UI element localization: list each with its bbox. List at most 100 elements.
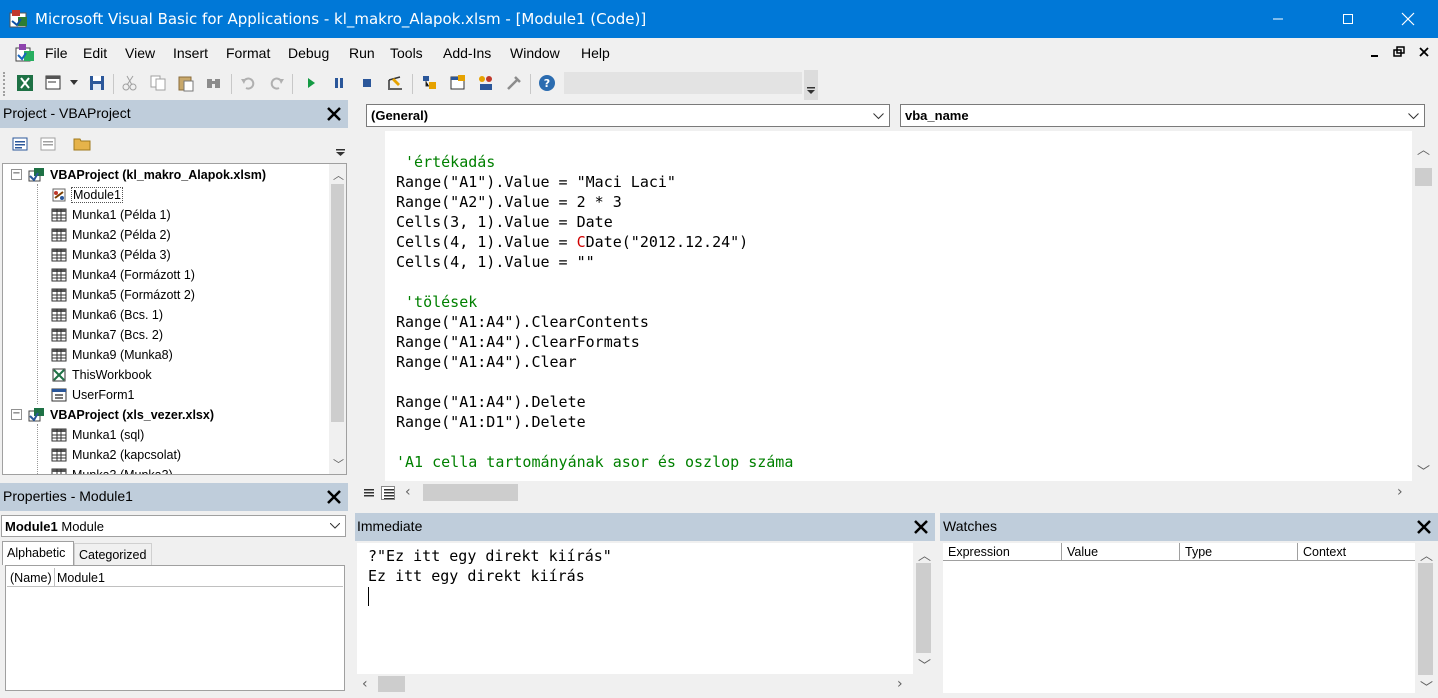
insert-userform-icon[interactable] <box>45 74 63 92</box>
tree-item[interactable]: Module1 <box>50 185 123 205</box>
toolbox-icon[interactable] <box>505 74 523 92</box>
cut-icon[interactable] <box>121 74 139 92</box>
project-tree-scrollbar[interactable]: ︿ ﹀ <box>329 164 346 474</box>
view-code-icon[interactable] <box>12 137 28 151</box>
reset-icon[interactable] <box>358 74 376 92</box>
scroll-right-icon[interactable]: › <box>1397 484 1403 500</box>
procedure-combo[interactable]: vba_name <box>900 104 1425 127</box>
scroll-down-icon[interactable]: ﹀ <box>1417 461 1430 480</box>
scroll-right-icon[interactable]: › <box>897 676 903 692</box>
scroll-thumb[interactable] <box>1415 168 1432 186</box>
code-vertical-scrollbar[interactable]: ︿ ﹀ <box>1413 131 1434 481</box>
scroll-down-icon[interactable]: ﹀ <box>918 655 931 674</box>
minimize-button[interactable] <box>1255 0 1301 38</box>
mdi-close-icon[interactable] <box>1417 45 1431 59</box>
break-icon[interactable] <box>330 74 348 92</box>
project-toolbar-overflow[interactable] <box>333 129 348 162</box>
tab-categorized[interactable]: Categorized <box>74 543 152 565</box>
tree-item[interactable]: Munka9 (Munka8) <box>50 345 173 365</box>
toolbar-overflow-button[interactable] <box>804 70 818 100</box>
help-icon[interactable]: ? <box>538 74 556 92</box>
object-browser-icon[interactable] <box>477 74 495 92</box>
paste-icon[interactable] <box>177 74 195 92</box>
property-row[interactable]: (Name) Module1 <box>7 568 343 587</box>
scroll-thumb[interactable] <box>916 563 931 653</box>
watches-close-button[interactable] <box>1413 516 1435 538</box>
properties-object-combo[interactable]: Module1 Module <box>1 515 346 537</box>
project-explorer-icon[interactable] <box>421 74 439 92</box>
project-explorer-close-button[interactable] <box>323 103 345 125</box>
scroll-down-icon[interactable]: ﹀ <box>333 456 344 472</box>
scroll-up-icon[interactable]: ︿ <box>1420 545 1433 564</box>
column-context[interactable]: Context <box>1298 543 1415 561</box>
tree-item[interactable]: Munka6 (Bcs. 1) <box>50 305 163 325</box>
tree-item[interactable]: Munka2 (Példa 2) <box>50 225 171 245</box>
column-value[interactable]: Value <box>1062 543 1180 561</box>
object-combo[interactable]: (General) <box>366 104 890 127</box>
scroll-up-icon[interactable]: ︿ <box>918 545 931 564</box>
menu-view[interactable]: View <box>125 45 155 61</box>
properties-window-icon[interactable] <box>449 74 467 92</box>
immediate-horizontal-scrollbar[interactable]: ‹ › <box>357 674 913 694</box>
tree-collapse-toggle[interactable]: − <box>11 169 22 180</box>
menu-format[interactable]: Format <box>226 45 270 61</box>
scroll-thumb[interactable] <box>331 184 344 422</box>
tree-item[interactable]: UserForm1 <box>50 385 135 405</box>
tree-collapse-toggle[interactable]: − <box>11 409 22 420</box>
tree-item[interactable]: Munka4 (Formázott 1) <box>50 265 195 285</box>
immediate-close-button[interactable] <box>910 516 932 538</box>
view-excel-icon[interactable] <box>16 74 34 92</box>
mdi-restore-icon[interactable] <box>1392 45 1406 59</box>
scroll-down-icon[interactable]: ﹀ <box>1420 677 1433 696</box>
scroll-thumb[interactable] <box>1418 563 1433 675</box>
close-button[interactable] <box>1385 0 1431 38</box>
redo-icon[interactable] <box>267 74 285 92</box>
maximize-button[interactable] <box>1325 0 1371 38</box>
tab-alphabetic[interactable]: Alphabetic <box>2 541 74 565</box>
tree-item[interactable]: Munka1 (Példa 1) <box>50 205 171 225</box>
tree-item[interactable]: Munka5 (Formázott 2) <box>50 285 195 305</box>
watches-list[interactable] <box>943 561 1415 693</box>
excel-vba-menu-icon[interactable] <box>14 43 36 63</box>
tree-item[interactable]: Munka3 (Munka3) <box>50 465 173 474</box>
scroll-up-icon[interactable]: ︿ <box>333 167 344 183</box>
find-icon[interactable] <box>205 74 223 92</box>
properties-close-button[interactable] <box>323 486 345 508</box>
immediate-vertical-scrollbar[interactable]: ︿ ﹀ <box>913 543 934 674</box>
menu-file[interactable]: File <box>45 45 68 61</box>
save-icon[interactable] <box>88 74 106 92</box>
scroll-left-icon[interactable]: ‹ <box>362 676 368 692</box>
menu-run[interactable]: Run <box>349 45 375 61</box>
menu-insert[interactable]: Insert <box>173 45 208 61</box>
menu-add-ins[interactable]: Add-Ins <box>443 45 491 61</box>
view-object-icon[interactable] <box>40 137 56 151</box>
tree-project-node[interactable]: VBAProject (kl_makro_Alapok.xlsm) <box>28 165 266 185</box>
code-margin-indicator-bar[interactable] <box>357 131 385 481</box>
property-value[interactable]: Module1 <box>57 571 105 585</box>
scroll-thumb[interactable] <box>378 676 405 692</box>
tree-item[interactable]: ThisWorkbook <box>50 365 152 385</box>
menu-help[interactable]: Help <box>581 45 610 61</box>
procedure-view-icon[interactable] <box>363 487 375 499</box>
copy-icon[interactable] <box>149 74 167 92</box>
menu-edit[interactable]: Edit <box>83 45 107 61</box>
column-type[interactable]: Type <box>1180 543 1298 561</box>
toggle-folders-icon[interactable] <box>73 137 91 151</box>
full-module-view-icon[interactable] <box>381 486 395 500</box>
undo-icon[interactable] <box>240 74 258 92</box>
menu-tools[interactable]: Tools <box>390 45 423 61</box>
column-expression[interactable]: Expression <box>943 543 1062 561</box>
tree-item[interactable]: Munka7 (Bcs. 2) <box>50 325 163 345</box>
mdi-minimize-icon[interactable] <box>1368 45 1382 59</box>
menu-window[interactable]: Window <box>510 45 560 61</box>
watches-vertical-scrollbar[interactable]: ︿ ﹀ <box>1415 543 1436 696</box>
menu-debug[interactable]: Debug <box>288 45 329 61</box>
code-editor[interactable]: 'értékadás Range("A1").Value = "Maci Laci… <box>385 131 1412 481</box>
run-icon[interactable] <box>302 74 320 92</box>
design-mode-icon[interactable] <box>386 74 404 92</box>
tree-item[interactable]: Munka3 (Példa 3) <box>50 245 171 265</box>
immediate-window[interactable]: ?"Ez itt egy direkt kiírás" Ez itt egy d… <box>357 543 913 674</box>
tree-item[interactable]: Munka1 (sql) <box>50 425 144 445</box>
scroll-up-icon[interactable]: ︿ <box>1417 139 1430 158</box>
toolbar-grip[interactable] <box>3 72 7 96</box>
